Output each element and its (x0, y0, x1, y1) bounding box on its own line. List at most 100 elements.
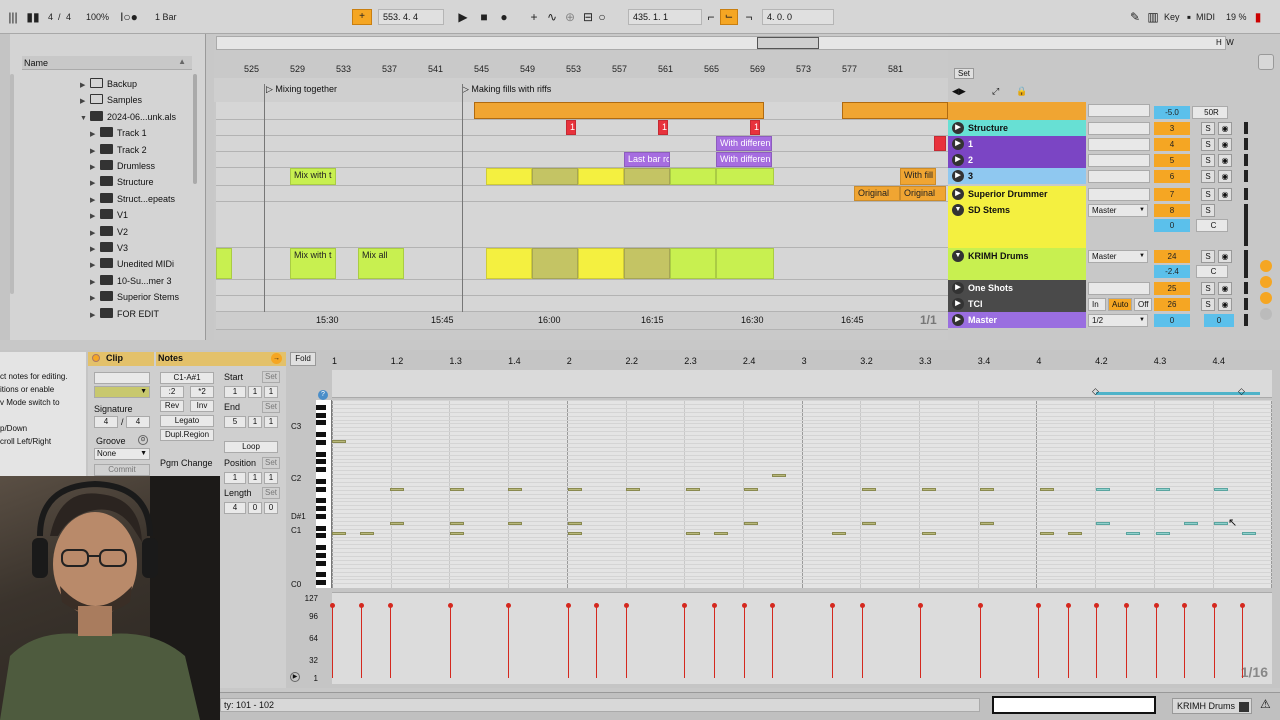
black-key[interactable] (316, 412, 326, 418)
midi-note-selected[interactable] (1242, 532, 1256, 535)
arm-icon[interactable]: ◉ (1218, 138, 1232, 151)
track-lane-2[interactable]: Last bar ro With differen (216, 152, 948, 168)
start-sixteenth[interactable]: 1 (264, 386, 278, 398)
track-lane-oneshots[interactable] (216, 280, 948, 296)
mixer-track-row[interactable]: ▶ Structure 3 S ◉ (948, 120, 1254, 136)
set-locator-button[interactable]: Set (954, 68, 975, 79)
clip-with-fill[interactable]: With fill (900, 168, 936, 185)
position-bar[interactable]: 1 (224, 472, 246, 484)
duplicate-region-button[interactable]: Dupl.Region (160, 429, 214, 441)
marker-clip-12b[interactable]: 12 (658, 120, 668, 135)
mixer-track-row[interactable]: ▶ Master 1/2 ▼ 0 0 (948, 312, 1254, 328)
black-key[interactable] (316, 525, 326, 531)
velocity-stem[interactable] (506, 603, 511, 678)
midi-note-selected[interactable] (1096, 488, 1110, 491)
return-a-icon[interactable] (1260, 260, 1272, 272)
automation-icon[interactable]: ∿ (545, 9, 559, 25)
output-route[interactable] (1088, 122, 1150, 135)
track-fold-icon[interactable]: ▶ (952, 170, 964, 182)
browser-scrollbar[interactable] (10, 74, 14, 294)
track-fold-icon[interactable]: ▶ (952, 122, 964, 134)
zoom-level[interactable]: 100% (86, 9, 109, 25)
clip-green-2[interactable] (716, 168, 774, 185)
start-beat[interactable]: 1 (248, 386, 262, 398)
output-route[interactable]: Master ▼ (1088, 250, 1148, 263)
clip-sig-num[interactable]: 4 (94, 416, 118, 428)
track-name[interactable]: ▶ One Shots (948, 280, 1086, 296)
io-toggle-icon[interactable] (1258, 54, 1274, 70)
velocity-stem[interactable] (330, 603, 335, 678)
browser-item[interactable]: ▶ V2 (90, 224, 128, 240)
mixer-track-row[interactable]: ▶ 3 6 S ◉ (948, 168, 1254, 184)
velocity-stem[interactable] (1240, 603, 1245, 678)
clip-tab[interactable]: Clip (88, 352, 154, 366)
browser-item[interactable]: ▶ Drumless (90, 158, 155, 174)
midi-note[interactable] (508, 522, 522, 525)
track-fold-icon[interactable]: ▶ (952, 298, 964, 310)
time-ruler[interactable]: 15:30 15:45 16:00 16:15 16:30 16:45 1/1 (216, 312, 948, 330)
midi-note[interactable] (626, 488, 640, 491)
track-name[interactable]: ▶ Master (948, 312, 1086, 328)
track-volume[interactable]: 0 (1204, 314, 1234, 327)
arm-icon[interactable]: ◉ (1218, 282, 1232, 295)
punch-in-button[interactable]: + (352, 9, 372, 25)
black-key[interactable] (316, 560, 326, 566)
velocity-stem[interactable] (594, 603, 599, 678)
expand-arrow-icon[interactable]: ▼ (80, 111, 90, 127)
monitor-off-button[interactable]: Off (1134, 298, 1152, 311)
velocity-stem[interactable] (1094, 603, 1099, 678)
midi-note[interactable] (686, 488, 700, 491)
solo-button[interactable]: S (1201, 204, 1215, 217)
midi-note[interactable] (714, 532, 728, 535)
follow-icon[interactable]: I○● (118, 9, 140, 25)
clip-color-field[interactable]: ▼ (94, 386, 150, 398)
black-key[interactable] (316, 552, 326, 558)
note-grid[interactable]: ↖ (332, 400, 1273, 588)
length-sixteenth[interactable]: 0 (264, 502, 278, 514)
clip-yellow-4[interactable] (624, 168, 670, 185)
midi-note[interactable] (450, 522, 464, 525)
midi-note-selected[interactable] (1156, 488, 1170, 491)
midi-note[interactable] (744, 488, 758, 491)
browser-item[interactable]: ▶ Struct...epeats (90, 191, 175, 207)
session-record-icon[interactable]: ○ (595, 9, 609, 25)
output-route[interactable] (1088, 188, 1150, 201)
locator-fills[interactable]: ▷ Making fills with riffs (462, 84, 551, 95)
midi-note[interactable] (568, 532, 582, 535)
play-icon[interactable]: ▶ (456, 9, 470, 25)
track-lane-structure[interactable]: 12 12 12 (216, 120, 948, 136)
end-set-button[interactable]: Set (262, 401, 280, 413)
midi-note[interactable] (450, 532, 464, 535)
solo-button[interactable]: S (1201, 298, 1215, 311)
midi-note[interactable] (568, 488, 582, 491)
track-lane-krimh[interactable]: Mix with t Mix all (216, 248, 948, 280)
length-beat[interactable]: 0 (248, 502, 262, 514)
velocity-stem[interactable] (1066, 603, 1071, 678)
midi-note[interactable] (980, 488, 994, 491)
black-key[interactable] (316, 478, 326, 484)
midi-note[interactable] (360, 532, 374, 535)
velocity-stem[interactable] (388, 603, 393, 678)
mixer-track-row[interactable]: ▶ 1 4 S ◉ (948, 136, 1254, 152)
browser-item[interactable]: ▶ FOR EDIT (90, 306, 159, 322)
midi-note[interactable] (772, 474, 786, 477)
overview-strip[interactable] (216, 36, 1226, 50)
black-key[interactable] (316, 451, 326, 457)
velocity-stem[interactable] (359, 603, 364, 678)
black-key[interactable] (316, 498, 326, 504)
black-key[interactable] (316, 486, 326, 492)
black-key[interactable] (316, 580, 326, 586)
mixer-track-row[interactable]: ▼ SD Stems Master ▼ 8 0 C S (948, 202, 1254, 248)
lock-icon[interactable]: 🔒 (1016, 86, 1027, 97)
midi-note[interactable] (1040, 488, 1054, 491)
track-name[interactable]: ▶ 3 (948, 168, 1086, 184)
track-name[interactable]: ▼ SD Stems (948, 202, 1086, 248)
loop-start-field[interactable]: 435. 1. 1 (628, 9, 702, 25)
halve-button[interactable]: :2 (160, 386, 184, 398)
clip-name-field[interactable] (94, 372, 150, 384)
midi-note-selected[interactable] (1096, 522, 1110, 525)
nav-arrows-icon[interactable]: ◀▶ (952, 86, 966, 97)
midi-note[interactable] (332, 532, 346, 535)
notes-arrow-icon[interactable]: → (271, 353, 282, 364)
midi-note[interactable] (450, 488, 464, 491)
